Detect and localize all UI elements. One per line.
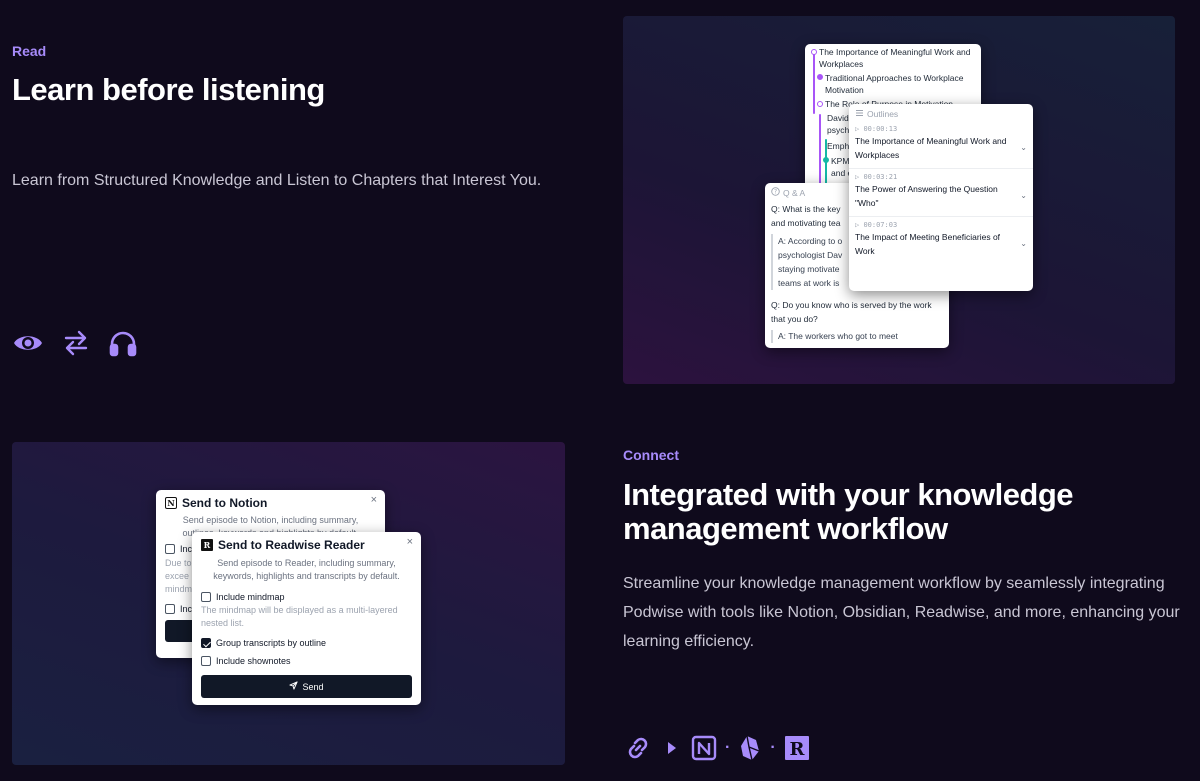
outline-timestamp: ▷ 00:03:21 — [855, 173, 898, 181]
chevron-down-icon[interactable]: ⌄ — [1020, 143, 1027, 152]
connect-preview-panel: × N Send to Notion Send episode to Notio… — [12, 442, 565, 765]
outline-timestamp: ▷ 00:07:03 — [855, 221, 898, 229]
mindmap-item: Traditional Approaches to Workplace — [825, 73, 964, 83]
mindmap-branch — [819, 114, 821, 194]
notion-icon: N — [165, 497, 177, 509]
obsidian-icon — [738, 734, 762, 762]
mindmap-item: KPM — [831, 156, 850, 166]
readwise-dialog-title: Send to Readwise Reader — [218, 538, 365, 552]
qa-header-label: Q & A — [783, 187, 806, 198]
mindmap-branch — [813, 54, 815, 114]
chevron-down-icon[interactable]: ⌄ — [1020, 239, 1027, 248]
outline-title: The Power of Answering the Question "Who… — [855, 184, 998, 208]
mindmap-item: The Importance of Meaningful Work and — [819, 47, 971, 57]
outline-title: The Impact of Meeting Beneficiaries of W… — [855, 232, 1001, 256]
connect-section-label: Connect — [623, 447, 679, 463]
chevron-down-icon[interactable]: ⌄ — [1020, 191, 1027, 200]
readwise-dialog-subtitle: Send episode to Reader, including summar… — [213, 558, 400, 581]
mindmap-node — [823, 157, 829, 163]
mindmap-item: Motivation — [825, 85, 864, 95]
qa-answer: A: The workers who got to meet — [771, 330, 943, 343]
eye-icon — [12, 329, 44, 357]
outline-item[interactable]: ▷ 00:03:21 The Power of Answering the Qu… — [849, 169, 1033, 217]
separator-dot: · — [725, 739, 731, 756]
separator-dot: · — [770, 739, 776, 756]
connect-title: Integrated with your knowledge managemen… — [623, 477, 1074, 546]
qa-question: Q: What is the key — [771, 204, 841, 214]
mindmap-hint: The mindmap will be displayed as a multi… — [201, 605, 398, 628]
connect-description: Streamline your knowledge management wor… — [623, 575, 1180, 650]
svg-text:R: R — [789, 739, 805, 760]
readwise-dialog: × R Send to Readwise Reader Send episode… — [192, 532, 421, 705]
mindmap-item: David — [827, 113, 849, 123]
outline-title: The Importance of Meaningful Work and Wo… — [855, 136, 1007, 160]
close-icon[interactable]: × — [407, 536, 413, 548]
headphones-icon — [108, 329, 138, 357]
notion-dialog-title-row: N Send to Notion — [165, 496, 376, 510]
checkbox[interactable] — [165, 604, 175, 614]
mindmap-item: Emph — [827, 141, 850, 151]
mindmap-item: psych — [827, 125, 850, 135]
option-group-transcripts[interactable]: Group transcripts by outline — [201, 638, 412, 648]
notion-dialog-title: Send to Notion — [182, 496, 268, 510]
send-icon — [289, 681, 299, 692]
send-button-label: Send — [302, 681, 324, 692]
connect-title-line: Integrated with your knowledge — [623, 477, 1074, 512]
notion-icon — [691, 735, 717, 761]
read-section-label: Read — [12, 43, 47, 59]
outline-item[interactable]: ▷ 00:00:13 The Importance of Meaningful … — [849, 121, 1033, 169]
checkbox-checked[interactable] — [201, 638, 211, 648]
checkbox[interactable] — [201, 592, 211, 602]
read-description: Learn from Structured Knowledge and List… — [12, 172, 542, 189]
list-icon — [855, 109, 864, 119]
qa-question-cont: and motivating tea — [771, 218, 841, 228]
readwise-icon: R — [784, 735, 810, 761]
option-include-shownotes[interactable]: Include shownotes — [201, 656, 412, 666]
readwise-dialog-title-row: R Send to Readwise Reader — [201, 538, 412, 552]
option-include-mindmap[interactable]: Include mindmap — [201, 592, 412, 602]
outline-timestamp: ▷ 00:00:13 — [855, 125, 898, 133]
mindmap-item: Workplaces — [819, 59, 864, 69]
mindmap-node — [817, 74, 823, 80]
mindmap-node — [817, 101, 823, 107]
read-title: Learn before listening — [12, 72, 325, 107]
link-icon — [623, 733, 653, 763]
outlines-header: Outlines — [849, 104, 1033, 121]
play-arrow-icon — [667, 741, 677, 755]
outlines-card: Outlines ▷ 00:00:13 The Importance of Me… — [849, 104, 1033, 291]
svg-text:?: ? — [774, 190, 777, 196]
mindmap-node — [811, 49, 817, 55]
checkbox[interactable] — [165, 544, 175, 554]
readwise-icon: R — [201, 539, 213, 551]
close-icon[interactable]: × — [371, 494, 377, 506]
qa-question: Q: Do you know who is served by the work… — [771, 300, 932, 324]
outline-item[interactable]: ▷ 00:07:03 The Impact of Meeting Benefic… — [849, 217, 1033, 264]
question-circle-icon: ? — [771, 187, 780, 198]
read-icons — [12, 329, 138, 357]
connect-title-line: management workflow — [623, 511, 948, 546]
send-button[interactable]: Send — [201, 675, 412, 698]
outlines-header-label: Outlines — [867, 109, 899, 119]
connect-icons: · · R — [623, 733, 810, 763]
checkbox[interactable] — [201, 656, 211, 666]
swap-arrows-icon — [62, 329, 90, 357]
read-preview-panel: The Importance of Meaningful Work and Wo… — [623, 16, 1175, 384]
